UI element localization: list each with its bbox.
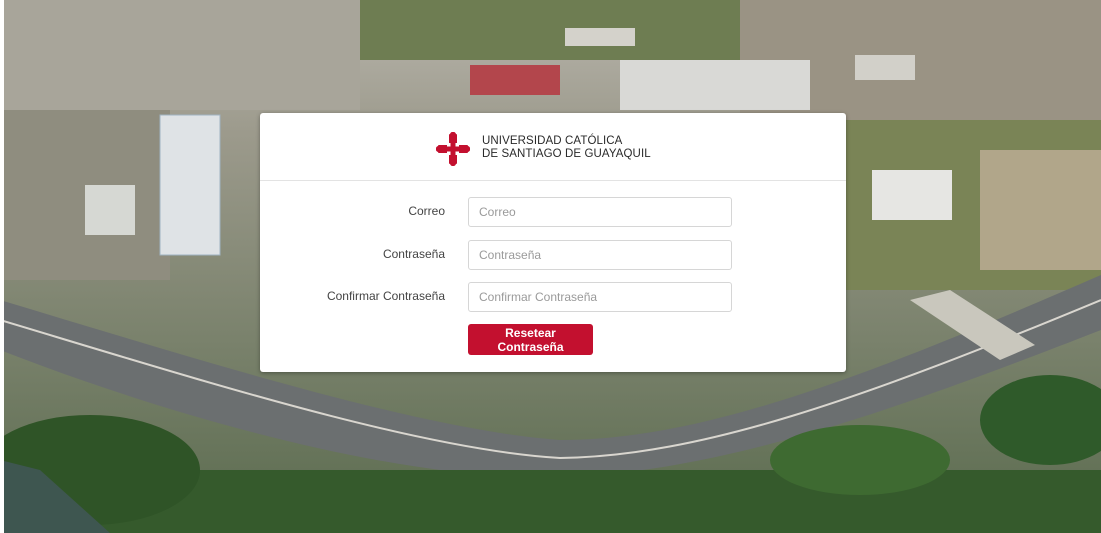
password-label: Contraseña — [382, 247, 445, 261]
university-name: UNIVERSIDAD CATÓLICA DE SANTIAGO DE GUAY… — [482, 135, 651, 161]
university-name-line1: UNIVERSIDAD CATÓLICA — [482, 135, 623, 147]
confirm-password-field[interactable] — [468, 282, 732, 312]
ucsg-cross-icon — [436, 132, 470, 166]
confirm-password-label: Confirmar Contraseña — [326, 289, 445, 303]
password-row: Contraseña — [260, 240, 846, 270]
confirm-password-row: Confirmar Contraseña — [260, 282, 846, 312]
email-row: Correo — [260, 197, 846, 227]
university-name-line2: DE SANTIAGO DE GUAYAQUIL — [482, 148, 651, 160]
password-field[interactable] — [468, 240, 732, 270]
card-header: UNIVERSIDAD CATÓLICA DE SANTIAGO DE GUAY… — [260, 113, 846, 181]
email-field[interactable] — [468, 197, 732, 227]
left-frame-edge — [0, 0, 4, 533]
email-label: Correo — [408, 204, 445, 218]
reset-password-button[interactable]: Resetear Contraseña — [468, 324, 593, 355]
reset-password-card: UNIVERSIDAD CATÓLICA DE SANTIAGO DE GUAY… — [260, 113, 846, 372]
